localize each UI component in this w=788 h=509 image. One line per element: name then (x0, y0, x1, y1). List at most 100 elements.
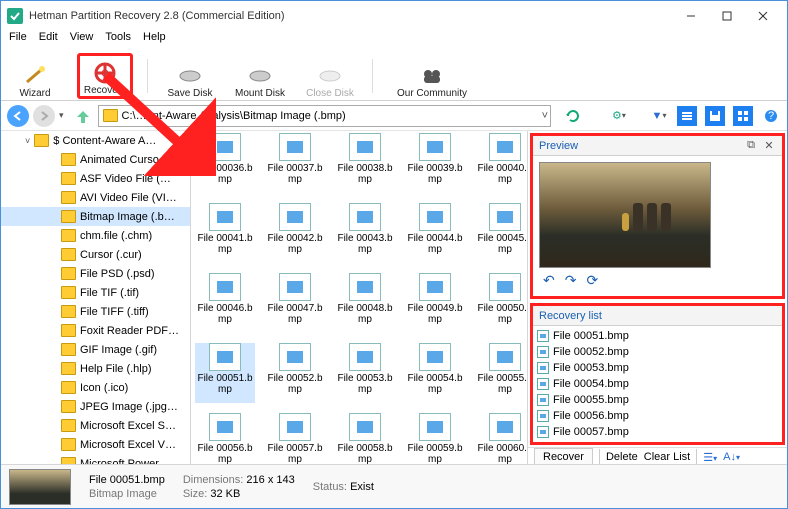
folder-icon (61, 286, 80, 299)
file-item[interactable]: File 00038.bmp (335, 133, 395, 193)
recovery-list-item[interactable]: File 00055.bmp (537, 392, 778, 408)
rotate-left-icon[interactable]: ↶ (543, 272, 555, 286)
refresh-preview-icon[interactable]: ⟳ (586, 272, 598, 286)
file-grid[interactable]: File 00036.bmpFile 00037.bmpFile 00038.b… (191, 131, 527, 464)
tree-item[interactable]: Cursor (.cur) (1, 245, 190, 264)
menu-view[interactable]: View (70, 31, 94, 51)
recovery-list-item[interactable]: File 00054.bmp (537, 376, 778, 392)
file-thumbnail (349, 343, 381, 371)
file-item[interactable]: File 00058.bmp (335, 413, 395, 464)
recovery-list-item[interactable]: File 00052.bmp (537, 344, 778, 360)
wizard-button[interactable]: Wizard (7, 53, 63, 99)
folder-icon (61, 438, 80, 451)
file-item[interactable]: File 00050.bmp (475, 273, 527, 333)
delete-button[interactable]: Delete (606, 451, 638, 463)
view-list-button[interactable] (677, 106, 697, 126)
folder-tree[interactable]: ˅$ Content-Aware A… Animated Curso…ASF V… (1, 131, 191, 464)
nav-back-button[interactable] (7, 105, 29, 127)
nav-up-button[interactable] (72, 105, 94, 127)
file-item[interactable]: File 00043.bmp (335, 203, 395, 263)
community-button[interactable]: Our Community (387, 53, 477, 99)
tree-item[interactable]: Bitmap Image (.b… (1, 207, 190, 226)
menu-help[interactable]: Help (143, 31, 166, 51)
file-item[interactable]: File 00048.bmp (335, 273, 395, 333)
file-item[interactable]: File 00041.bmp (195, 203, 255, 263)
folder-icon (61, 267, 80, 280)
close-button[interactable] (745, 3, 781, 29)
minimize-button[interactable] (673, 3, 709, 29)
recovery-list-item[interactable]: File 00057.bmp (537, 424, 778, 440)
refresh-button[interactable] (563, 106, 583, 126)
sort-icon[interactable]: A↓▾ (723, 451, 740, 463)
preview-popout-icon[interactable]: ⧉ (744, 139, 758, 152)
nav-bar: ▾ C:\…ent-Aware Analysis\Bitmap Image (.… (1, 101, 787, 131)
tree-item[interactable]: Microsoft Power… (1, 454, 190, 464)
file-item[interactable]: File 00054.bmp (405, 343, 465, 403)
tree-item[interactable]: File PSD (.psd) (1, 264, 190, 283)
file-item[interactable]: File 00056.bmp (195, 413, 255, 464)
file-item[interactable]: File 00059.bmp (405, 413, 465, 464)
tree-item[interactable]: Microsoft Excel V… (1, 435, 190, 454)
menu-file[interactable]: File (9, 31, 27, 51)
recovery-button[interactable]: Recovery (77, 53, 133, 99)
filter-button[interactable]: ▼▾ (649, 106, 669, 126)
folder-icon (61, 210, 80, 223)
menu-edit[interactable]: Edit (39, 31, 58, 51)
file-item[interactable]: File 00036.bmp (195, 133, 255, 193)
recovery-list-item[interactable]: File 00056.bmp (537, 408, 778, 424)
list-options-icon[interactable]: ☰▾ (703, 451, 717, 464)
titlebar: Hetman Partition Recovery 2.8 (Commercia… (1, 1, 787, 31)
file-item[interactable]: File 00037.bmp (265, 133, 325, 193)
tree-item[interactable]: JPEG Image (.jpg… (1, 397, 190, 416)
file-item[interactable]: File 00047.bmp (265, 273, 325, 333)
file-item[interactable]: File 00045.bmp (475, 203, 527, 263)
tree-item[interactable]: File TIFF (.tiff) (1, 302, 190, 321)
tree-item[interactable]: Help File (.hlp) (1, 359, 190, 378)
view-save-button[interactable] (705, 106, 725, 126)
file-item[interactable]: File 00053.bmp (335, 343, 395, 403)
tree-item[interactable]: File TIF (.tif) (1, 283, 190, 302)
rotate-right-icon[interactable]: ↷ (565, 272, 577, 286)
tree-item[interactable]: GIF Image (.gif) (1, 340, 190, 359)
options-button[interactable]: ⚙▾ (609, 106, 629, 126)
file-item[interactable]: File 00055.bmp (475, 343, 527, 403)
file-item[interactable]: File 00049.bmp (405, 273, 465, 333)
address-bar[interactable]: C:\…ent-Aware Analysis\Bitmap Image (.bm… (98, 105, 551, 127)
recover-button[interactable]: Recover (534, 448, 593, 464)
tree-item[interactable]: chm.file (.chm) (1, 226, 190, 245)
clear-list-button[interactable]: Clear List (644, 451, 690, 463)
file-item[interactable]: File 00052.bmp (265, 343, 325, 403)
recovery-list-item[interactable]: File 00053.bmp (537, 360, 778, 376)
file-item[interactable]: File 00044.bmp (405, 203, 465, 263)
file-item[interactable]: File 00040.bmp (475, 133, 527, 193)
tree-item[interactable]: AVI Video File (VI… (1, 188, 190, 207)
tree-item[interactable]: Icon (.ico) (1, 378, 190, 397)
recovery-toolbar: Recover Delete Clear List ☰▾ A↓▾ (528, 447, 787, 464)
address-dropdown-icon[interactable]: ˅ (542, 110, 548, 122)
file-item[interactable]: File 00060.bmp (475, 413, 527, 464)
file-thumbnail (419, 413, 451, 441)
file-item[interactable]: File 00042.bmp (265, 203, 325, 263)
tree-root[interactable]: ˅$ Content-Aware A… (1, 131, 190, 150)
file-item[interactable]: File 00039.bmp (405, 133, 465, 193)
recovery-list-item[interactable]: File 00051.bmp (537, 328, 778, 344)
tree-item[interactable]: ASF Video File (… (1, 169, 190, 188)
nav-history-dropdown[interactable]: ▾ (59, 110, 64, 121)
maximize-button[interactable] (709, 3, 745, 29)
preview-close-icon[interactable]: ✕ (762, 139, 776, 152)
tree-item[interactable]: Animated Curso… (1, 150, 190, 169)
file-thumbnail (489, 133, 521, 161)
file-thumbnail (489, 343, 521, 371)
tree-item[interactable]: Microsoft Excel S… (1, 416, 190, 435)
main-toolbar: Wizard Recovery Save Disk Mount Disk Clo… (1, 51, 787, 101)
help-button[interactable]: ? (761, 106, 781, 126)
view-grid-button[interactable] (733, 106, 753, 126)
file-item[interactable]: File 00057.bmp (265, 413, 325, 464)
mount-disk-button[interactable]: Mount Disk (232, 53, 288, 99)
file-item[interactable]: File 00051.bmp (195, 343, 255, 403)
menu-tools[interactable]: Tools (105, 31, 131, 51)
file-item[interactable]: File 00046.bmp (195, 273, 255, 333)
save-disk-button[interactable]: Save Disk (162, 53, 218, 99)
tree-item[interactable]: Foxit Reader PDF… (1, 321, 190, 340)
file-icon (537, 330, 549, 342)
